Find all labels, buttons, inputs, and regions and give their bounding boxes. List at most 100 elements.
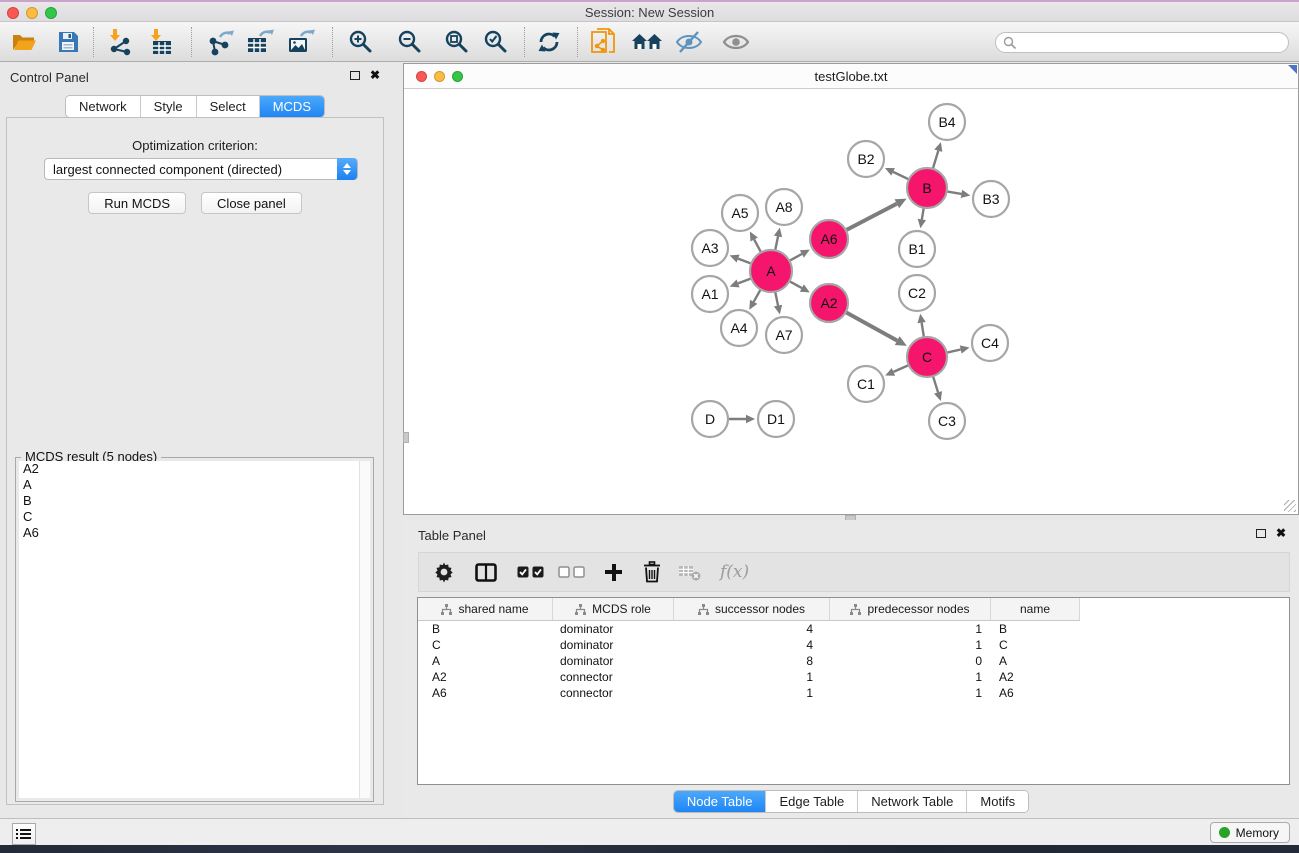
cell-predecessor-nodes[interactable]: 1 [830,670,991,684]
select-all-columns-button[interactable] [517,566,544,578]
cell-successor-nodes[interactable]: 1 [674,670,830,684]
task-history-button[interactable] [12,823,36,845]
graph-edge-A2-C[interactable] [846,312,898,340]
cell-successor-nodes[interactable]: 4 [674,638,830,652]
table-row[interactable]: A dominator 8 0 A [418,653,1289,669]
table-row[interactable]: A6 connector 1 1 A6 [418,685,1289,701]
cell-successor-nodes[interactable]: 8 [674,654,830,668]
column-header-mcds-role[interactable]: MCDS role [553,598,674,620]
export-network-button[interactable] [202,25,238,59]
cell-mcds-role[interactable]: connector [553,670,674,684]
result-list-item[interactable]: A6 [19,525,370,541]
hide-graphics-details-button[interactable] [671,25,707,59]
cell-successor-nodes[interactable]: 1 [674,686,830,700]
result-list-item[interactable]: A2 [19,461,370,477]
tab-select[interactable]: Select [197,96,260,117]
delete-column-button[interactable] [642,561,662,583]
close-panel-button[interactable]: Close panel [201,192,302,214]
cell-shared-name[interactable]: B [418,622,553,636]
graph-edge-A-A2[interactable] [789,281,801,288]
zoom-in-button[interactable] [343,25,379,59]
tab-motifs[interactable]: Motifs [967,791,1028,812]
column-header-successor-nodes[interactable]: successor nodes [674,598,830,620]
graph-edge-A-A6[interactable] [789,254,801,261]
window-corner-toggle-icon[interactable] [1288,65,1297,74]
cell-shared-name[interactable]: C [418,638,553,652]
new-network-from-selection-button[interactable] [585,25,621,59]
tab-network-table[interactable]: Network Table [858,791,967,812]
tab-mcds[interactable]: MCDS [260,96,324,117]
zoom-fit-button[interactable] [439,25,475,59]
home-button[interactable] [629,25,665,59]
graph-edge-A-A5[interactable] [754,239,761,252]
cell-predecessor-nodes[interactable]: 1 [830,622,991,636]
tab-node-table[interactable]: Node Table [674,791,767,812]
result-list-item[interactable]: A [19,477,370,493]
table-row[interactable]: C dominator 4 1 C [418,637,1289,653]
export-image-button[interactable] [282,25,318,59]
close-table-panel-icon[interactable]: ✖ [1276,528,1286,538]
save-session-button[interactable] [50,25,86,59]
export-table-button[interactable] [241,25,277,59]
table-settings-button[interactable] [433,561,455,583]
show-graphics-details-button[interactable] [718,25,754,59]
cell-shared-name[interactable]: A [418,654,553,668]
import-network-button[interactable] [102,25,138,59]
graph-edge-B-B1[interactable] [922,208,924,220]
graph-edge-B-B2[interactable] [893,172,909,180]
open-session-button[interactable] [6,25,42,59]
network-canvas[interactable]: B4B2BB3A8A5A6A3B1AA1C2A2A4A7C4CC1C3DD1 [404,90,1298,514]
column-header-name[interactable]: name [991,598,1080,620]
graph-edge-C-C2[interactable] [922,323,924,338]
cell-mcds-role[interactable]: dominator [553,638,674,652]
create-column-button[interactable] [605,564,622,581]
graph-edge-C-C1[interactable] [893,365,908,372]
column-header-predecessor-nodes[interactable]: predecessor nodes [830,598,991,620]
graph-edge-B-B3[interactable] [947,191,962,194]
cell-predecessor-nodes[interactable]: 1 [830,638,991,652]
zoom-out-button[interactable] [392,25,428,59]
refresh-button[interactable] [531,25,567,59]
graph-edge-C-C4[interactable] [947,350,961,353]
table-row[interactable]: A2 connector 1 1 A2 [418,669,1289,685]
network-graph-svg[interactable]: B4B2BB3A8A5A6A3B1AA1C2A2A4A7C4CC1C3DD1 [404,90,1298,515]
result-list-item[interactable]: C [19,509,370,525]
cell-predecessor-nodes[interactable]: 0 [830,654,991,668]
column-header-shared-name[interactable]: shared name [418,598,553,620]
show-column-panel-button[interactable] [475,563,497,582]
graph-edge-A-A4[interactable] [754,289,761,302]
unselect-all-columns-button[interactable] [558,566,585,578]
cell-name[interactable]: B [991,622,1080,636]
graph-edge-A-A7[interactable] [775,292,778,306]
result-list-item[interactable]: B [19,493,370,509]
cell-predecessor-nodes[interactable]: 1 [830,686,991,700]
cell-shared-name[interactable]: A2 [418,670,553,684]
cell-name[interactable]: C [991,638,1080,652]
import-table-button[interactable] [143,25,179,59]
search-input[interactable] [1017,35,1288,51]
graph-edge-A-A8[interactable] [775,236,778,250]
graph-edge-A6-B[interactable] [846,204,897,231]
graph-edge-A-A3[interactable] [738,259,751,264]
graph-edge-C-C3[interactable] [933,376,938,392]
criterion-select[interactable]: largest connected component (directed) [44,158,358,180]
tab-network[interactable]: Network [66,96,141,117]
close-panel-icon[interactable]: ✖ [370,70,380,80]
tab-style[interactable]: Style [141,96,197,117]
cell-successor-nodes[interactable]: 4 [674,622,830,636]
graph-edge-B-B4[interactable] [933,151,938,169]
table-row[interactable]: B dominator 4 1 B [418,621,1289,637]
memory-button[interactable]: Memory [1210,822,1290,843]
cell-mcds-role[interactable]: dominator [553,622,674,636]
window-resize-grip[interactable] [1284,500,1296,512]
graph-edge-A-A1[interactable] [738,278,751,283]
cell-mcds-role[interactable]: connector [553,686,674,700]
tab-edge-table[interactable]: Edge Table [766,791,858,812]
float-panel-icon[interactable] [350,71,360,80]
cell-name[interactable]: A2 [991,670,1080,684]
cell-name[interactable]: A6 [991,686,1080,700]
float-table-panel-icon[interactable] [1256,529,1266,538]
result-list-scrollbar[interactable] [359,461,370,798]
cell-mcds-role[interactable]: dominator [553,654,674,668]
cell-name[interactable]: A [991,654,1080,668]
